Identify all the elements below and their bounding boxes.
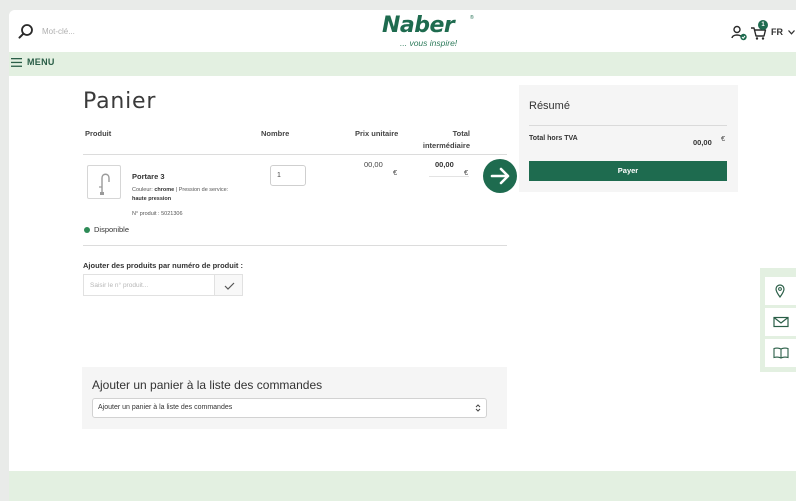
menu-button[interactable]: MENU	[11, 57, 55, 67]
menu-label: MENU	[27, 57, 55, 67]
add-by-number-label: Ajouter des produits par numéro de produ…	[83, 261, 244, 270]
footer-band	[9, 471, 796, 501]
contact-mail-button[interactable]	[765, 308, 796, 336]
summary-divider	[529, 125, 727, 126]
hamburger-icon	[11, 57, 22, 67]
top-header: Naber ® ... vous inspire! 1 FR	[9, 10, 796, 52]
search-icon[interactable]	[18, 23, 34, 39]
pay-button[interactable]: Payer	[529, 161, 727, 181]
summary-currency: €	[721, 134, 726, 143]
order-list-panel: Ajouter un panier à la liste des command…	[82, 367, 507, 429]
subtotal-underline	[429, 176, 469, 177]
arrow-right-icon	[490, 167, 510, 185]
open-book-icon	[773, 347, 789, 359]
language-label: FR	[771, 27, 783, 37]
color-label: Couleur:	[132, 187, 153, 193]
order-list-select[interactable]: Ajouter un panier à la liste des command…	[92, 398, 487, 418]
faucet-image	[99, 173, 110, 195]
catalog-button[interactable]	[765, 339, 796, 367]
logo-tagline: ... vous inspire!	[400, 38, 458, 48]
product-number-input[interactable]	[83, 274, 215, 296]
checkmark-icon	[224, 282, 235, 290]
pressure-value: haute pression	[132, 196, 172, 202]
unit-price-currency: €	[393, 168, 398, 177]
column-header-product: Produit	[85, 129, 112, 138]
column-header-unit-price: Prix unitaire	[355, 129, 399, 138]
naber-logo[interactable]: Naber ® ... vous inspire!	[382, 13, 482, 49]
product-name[interactable]: Portare 3	[132, 172, 165, 181]
cart-count-badge: 1	[758, 20, 768, 30]
color-value: chrome	[154, 187, 175, 193]
column-header-subtotal: Total intermédiaire	[422, 129, 470, 150]
order-list-select-value: Ajouter un panier à la liste des command…	[98, 404, 233, 411]
select-updown-icon	[475, 404, 481, 412]
account-icon[interactable]	[731, 25, 747, 41]
order-list-title: Ajouter un panier à la liste des command…	[92, 378, 323, 392]
unit-price: 00,00	[364, 160, 383, 169]
search-input[interactable]	[42, 21, 162, 41]
table-header-divider	[83, 154, 507, 155]
chevron-down-icon	[787, 30, 795, 35]
page-title: Panier	[83, 89, 157, 114]
availability-text: Disponible	[94, 225, 130, 234]
store-locator-button[interactable]	[765, 277, 796, 305]
logo-wordmark: Naber	[382, 13, 455, 38]
subtotal-price: 00,00	[435, 160, 454, 169]
browser-page: Naber ® ... vous inspire! 1 FR	[9, 10, 796, 501]
location-pin-icon	[775, 284, 785, 298]
registered-mark: ®	[470, 15, 474, 21]
proceed-arrow-button[interactable]	[483, 159, 517, 193]
menu-bar: MENU	[9, 52, 796, 76]
product-attributes: Couleur: chrome | Pression de service: h…	[132, 186, 242, 204]
summary-title: Résumé	[529, 100, 570, 112]
envelope-icon	[773, 316, 789, 328]
column-header-quantity: Nombre	[261, 129, 290, 138]
item-divider	[83, 245, 507, 246]
language-selector[interactable]: FR	[771, 27, 795, 37]
summary-panel: Résumé Total hors TVA 00,00 € Payer	[519, 85, 738, 192]
pressure-label: Pression de service:	[178, 187, 229, 193]
side-quick-links	[760, 268, 796, 372]
product-number: N° produit : 5021306	[132, 211, 183, 217]
summary-total-label: Total hors TVA	[529, 135, 578, 142]
add-product-button[interactable]	[214, 274, 243, 296]
quantity-input[interactable]	[270, 165, 306, 186]
summary-total-value: 00,00	[693, 138, 712, 147]
product-thumbnail[interactable]	[87, 165, 121, 199]
availability-dot	[84, 227, 90, 233]
attribute-separator: |	[175, 187, 178, 193]
